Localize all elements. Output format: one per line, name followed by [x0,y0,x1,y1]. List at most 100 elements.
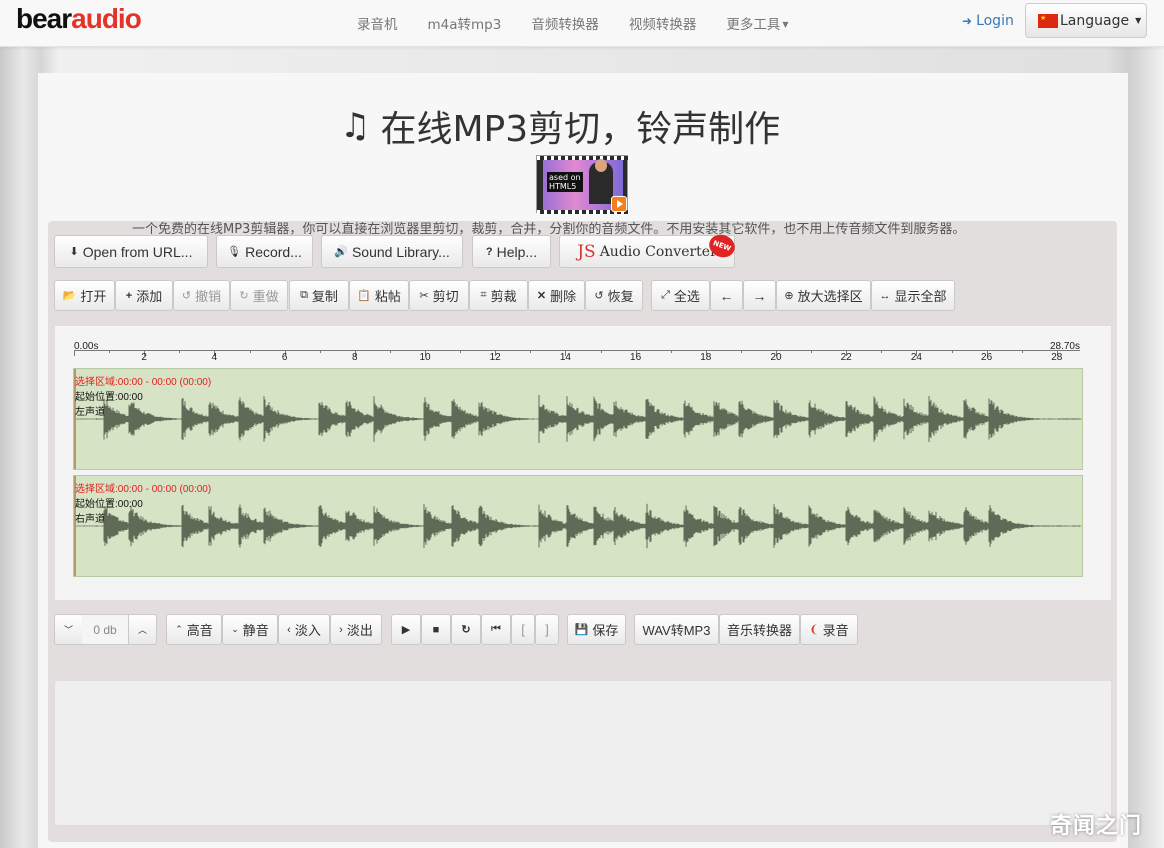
wav-to-mp3-button[interactable]: WAV转MP3 [634,614,719,645]
record-audio-button[interactable]: ❨ 录音 [800,614,858,645]
sound-library-button[interactable]: 🔊 Sound Library... [321,235,463,268]
ruler-tick [389,350,391,353]
undo-icon: ↺ [181,290,192,302]
crop-button[interactable]: ⌗ 剪裁 [469,280,528,311]
help-button[interactable]: ? Help... [472,235,551,268]
play-button[interactable]: ▶ [391,614,421,645]
history-icon: ↺ [594,290,604,302]
nav-recorder[interactable]: 录音机 [342,13,413,33]
sound-library-label: Sound Library... [351,243,450,260]
open-from-url-button[interactable]: ⬇ Open from URL... [54,235,208,268]
ruler-tick [670,350,672,353]
time-ruler[interactable]: 0.00s 28.70s 2 4 6 8 10 12 14 16 18 20 22 24 26 28 [74,340,1082,368]
ruler-tick-label: 28 [1051,352,1063,363]
cut-button[interactable]: ✂ 剪切 [409,280,469,311]
language-dropdown[interactable]: Language ▼ [1025,3,1147,38]
fade-in-button[interactable]: ‹ 淡入 [278,614,330,645]
louder-button[interactable]: ⌃ 高音 [166,614,222,645]
chevron-down-icon: ﹀ [63,625,73,635]
music-converter-label: 音乐转换器 [726,623,792,638]
redo-icon: ↻ [239,290,249,302]
nav-links: 录音机 m4a转mp3 音频转换器 视频转换器 更多工具 ▼ [342,0,803,45]
waveform-path [74,503,1082,549]
login-link[interactable]: ➜ Login [962,13,1014,29]
redo-button[interactable]: ↻ 重做 [230,280,288,311]
ruler-tick-label: 20 [770,352,782,363]
fade-out-button[interactable]: › 淡出 [330,614,382,645]
chevron-up-icon: ︿ [137,625,147,635]
nav-more-tools[interactable]: 更多工具 ▼ [711,13,803,33]
fade-out-label: 淡出 [346,623,373,638]
js-audio-converter-button[interactable]: JS Audio Converter [559,235,735,268]
ruler-tick [951,350,953,353]
ruler-tick [249,350,251,353]
cut-label: 剪切 [432,289,459,304]
play-video-icon[interactable] [611,196,627,212]
ruler-tick [881,350,883,353]
angle-right-icon: › [339,623,343,636]
record-swirl-icon: ❨ [809,624,819,636]
delete-button[interactable]: ✕ 删除 [528,280,585,311]
bearaudio-logo[interactable]: bearaudio [16,3,142,35]
restore-button[interactable]: ↺ 恢复 [585,280,643,311]
delete-label: 删除 [550,289,577,304]
ruler-tick [530,350,532,353]
question-icon: ? [485,245,493,258]
ruler-tick-label: 18 [700,352,712,363]
zoom-selection-button[interactable]: ⊕ 放大选择区 [776,280,871,311]
left-channel-waveform [74,369,1082,469]
save-button[interactable]: 💾 保存 [567,614,626,645]
show-all-button[interactable]: ↔ 显示全部 [871,280,955,311]
nav-audio-converter[interactable]: 音频转换器 [516,13,614,33]
ruler-tick-label: 10 [419,352,431,363]
wav-to-mp3-label: WAV转MP3 [642,623,711,638]
waveform-path [74,395,1082,443]
add-file-button[interactable]: + 添加 [115,280,173,311]
mark-out-label: ] [545,622,549,637]
zoom-in-icon: ⊕ [784,290,794,302]
undo-button[interactable]: ↺ 撤销 [173,280,230,311]
stop-button[interactable]: ■ [421,614,451,645]
copy-button[interactable]: ⧉ 复制 [289,280,349,311]
microphone-icon: 🎙 [227,246,242,258]
page-title: ♫ 在线MP3剪切，铃声制作 [340,100,780,152]
mark-in-button[interactable]: [ [511,614,535,645]
play-icon: ▶ [401,624,411,636]
scissors-icon: ✂ [419,290,429,302]
select-all-button[interactable]: ⤢ 全选 [651,280,710,311]
record-button[interactable]: 🎙 Record... [216,235,313,268]
open-file-button[interactable]: 📂 打开 [54,280,115,311]
music-converter-button[interactable]: 音乐转换器 [719,614,800,645]
move-right-button[interactable]: → [743,280,776,311]
nav-video-converter[interactable]: 视频转换器 [614,13,712,33]
sign-in-icon: ➜ [962,14,973,28]
left-channel-track[interactable]: 选择区域:00:00 - 00:00 (00:00) 起始位置:00:00 左声… [73,368,1083,470]
ruler-tick [1021,350,1023,353]
page-title-text: 在线MP3剪切，铃声制作 [380,109,781,150]
ruler-tick [319,350,321,353]
arrow-right-icon: → [752,287,767,304]
login-label: Login [976,13,1014,29]
mute-button[interactable]: ⌄ 静音 [222,614,278,645]
copy-label: 复制 [311,289,338,304]
fade-in-label: 淡入 [294,623,321,638]
start-position-text: 起始位置:00:00 [75,499,143,510]
intro-video-thumbnail[interactable]: ased on HTML5 [536,155,629,214]
double-down-icon: ⌄ [231,624,239,634]
volume-db-display: 0 db [82,614,128,645]
loop-button[interactable]: ↻ [451,614,481,645]
nav-m4a-to-mp3[interactable]: m4a转mp3 [413,13,517,33]
plus-icon: + [125,289,133,302]
right-channel-track[interactable]: 选择区域:00:00 - 00:00 (00:00) 起始位置:00:00 右声… [73,475,1083,577]
add-file-label: 添加 [136,289,163,304]
volume-up-button[interactable]: ︿ [128,614,157,645]
mark-out-button[interactable]: ] [535,614,559,645]
move-left-button[interactable]: ← [710,280,743,311]
ruler-tick [74,350,75,356]
paste-button[interactable]: 📋 粘帖 [349,280,409,311]
ruler-tick-label: 24 [910,352,922,363]
skip-to-start-button[interactable]: ⏮ [481,614,511,645]
presenter-head [595,159,607,172]
channel-label: 左声道 [75,407,105,418]
volume-down-button[interactable]: ﹀ [54,614,83,645]
